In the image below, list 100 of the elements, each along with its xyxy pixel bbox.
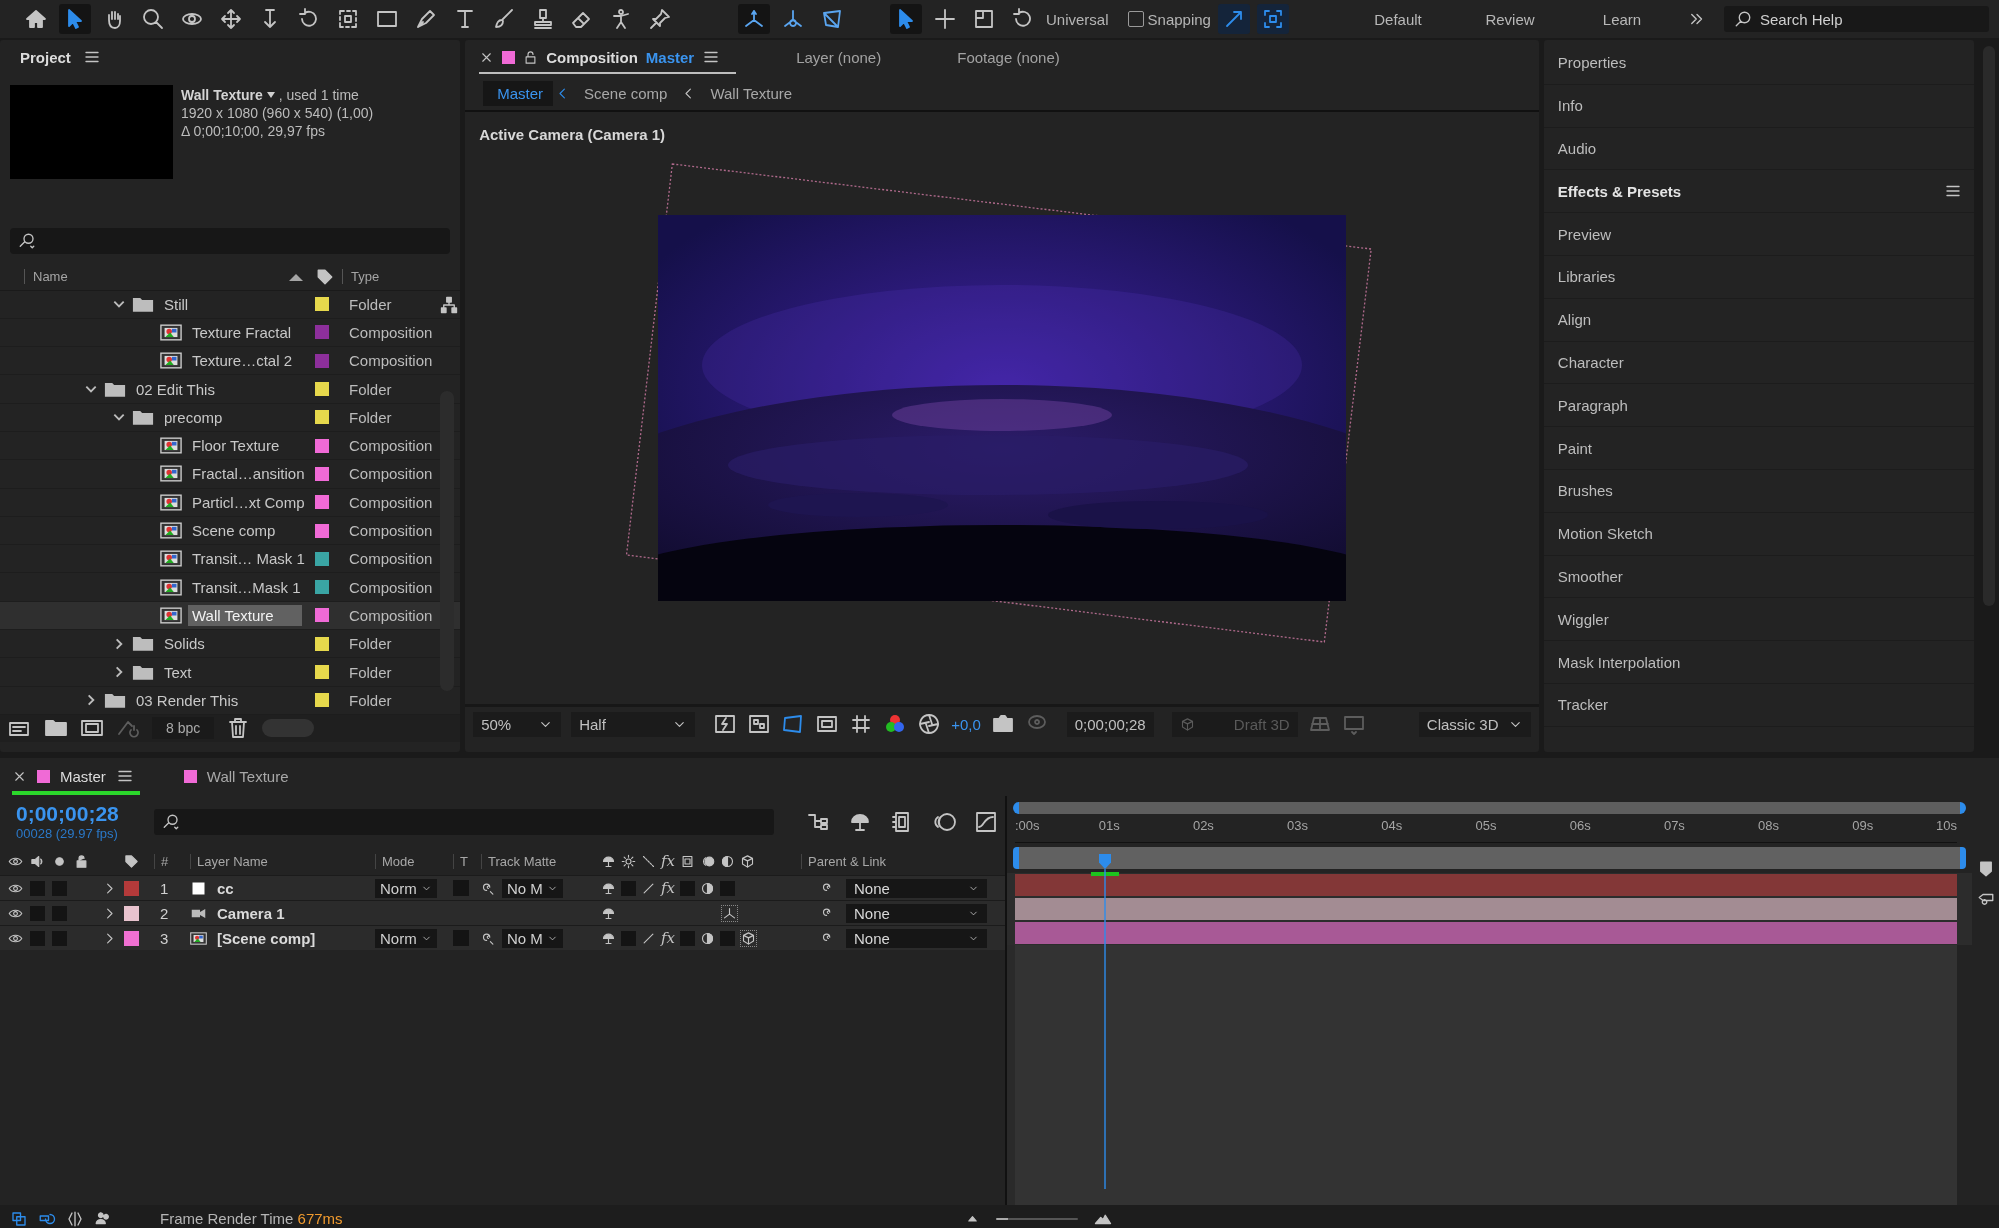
item-name[interactable]: Floor Texture — [188, 435, 284, 457]
column-header[interactable]: Mode — [375, 853, 453, 869]
sort-arrow-icon[interactable] — [288, 272, 304, 281]
tag-icon[interactable] — [124, 853, 139, 869]
search-field[interactable] — [10, 228, 451, 255]
caret-icon[interactable] — [265, 89, 276, 100]
track-matte-dropdown[interactable]: No M — [502, 928, 563, 948]
effects-header[interactable]: fx — [661, 852, 675, 870]
panel-tab[interactable]: Character — [1557, 353, 1624, 371]
resolution-dropdown[interactable]: Half — [571, 711, 696, 737]
tag-icon[interactable] — [316, 267, 334, 286]
parent-dropdown[interactable]: None — [846, 928, 987, 948]
column-header[interactable]: Layer Name — [190, 853, 375, 869]
panel-tab[interactable]: Properties — [1557, 54, 1627, 72]
mode-dropdown[interactable]: Norm — [375, 928, 437, 948]
bracket-icon[interactable] — [66, 1209, 84, 1228]
label-swatch[interactable] — [315, 466, 329, 481]
label-swatch[interactable] — [315, 523, 329, 538]
current-time[interactable]: 0;00;00;28 — [16, 802, 136, 826]
label-swatch[interactable] — [315, 551, 329, 566]
item-name[interactable]: Fractal…ansition — [188, 463, 309, 485]
timeline-tab[interactable]: Master — [12, 759, 140, 795]
aperture-icon[interactable] — [917, 712, 942, 736]
playhead[interactable] — [1096, 854, 1113, 1189]
viewer-tab[interactable]: Composition Master — [479, 42, 737, 74]
cube-icon[interactable] — [740, 853, 755, 869]
mode-dropdown[interactable]: Norm — [375, 878, 437, 898]
layer-name[interactable]: Camera 1 — [217, 904, 285, 922]
label-swatch[interactable] — [315, 297, 329, 312]
label-swatch[interactable] — [315, 353, 329, 368]
column-header[interactable]: Type — [342, 269, 380, 285]
graph-editor-icon[interactable] — [974, 809, 998, 834]
label-swatch[interactable] — [315, 693, 329, 708]
label-swatch[interactable] — [124, 880, 139, 896]
motion-blur-icon[interactable] — [700, 853, 715, 869]
parent-dropdown[interactable]: None — [846, 878, 987, 898]
magnification-dropdown[interactable]: 50% — [473, 711, 562, 737]
pickwhip-icon[interactable] — [481, 880, 496, 896]
label-swatch[interactable] — [315, 382, 329, 397]
label-swatch[interactable] — [315, 580, 329, 595]
checkerboard-icon[interactable] — [747, 712, 772, 736]
item-name[interactable]: Solids — [160, 633, 209, 655]
layers-icon[interactable] — [10, 1209, 28, 1228]
shy-icon[interactable] — [601, 905, 616, 921]
label-swatch[interactable] — [315, 410, 329, 425]
shy-icon[interactable] — [601, 930, 616, 946]
lightning-icon[interactable] — [713, 712, 738, 736]
bit-depth-button[interactable]: 8 bpc — [152, 717, 215, 740]
panel-tab[interactable]: Paint — [1557, 439, 1592, 457]
item-name[interactable]: precomp — [160, 406, 227, 428]
panel-tab[interactable]: Effects & Presets — [1557, 182, 1682, 200]
exposure-value[interactable]: +0,0 — [951, 715, 981, 733]
film-icon[interactable] — [680, 853, 695, 869]
search-field[interactable]: Search Help — [1724, 6, 1989, 32]
item-name[interactable]: Still — [160, 293, 193, 315]
quality-icon[interactable] — [641, 853, 656, 869]
adjustment-icon[interactable] — [720, 853, 735, 869]
column-header[interactable]: # — [154, 853, 190, 869]
hierarchy-icon[interactable] — [440, 295, 459, 314]
workspace-tab[interactable]: Default — [1342, 10, 1454, 28]
shy-icon[interactable] — [601, 853, 616, 869]
label-swatch[interactable] — [124, 905, 139, 921]
item-name[interactable]: Particl…xt Comp — [188, 491, 309, 513]
fx-text[interactable]: fx — [661, 879, 675, 897]
item-name[interactable]: Transit… Mask 1 — [188, 548, 309, 570]
panel-tab[interactable]: Mask Interpolation — [1557, 653, 1681, 671]
item-name[interactable]: Wall Texture — [188, 604, 302, 626]
label-swatch[interactable] — [315, 495, 329, 510]
renderer-dropdown[interactable]: Classic 3D — [1418, 711, 1531, 737]
label-swatch[interactable] — [315, 438, 329, 453]
panel-tab[interactable]: Paragraph — [1557, 396, 1628, 414]
column-header[interactable]: Parent & Link — [801, 853, 1001, 869]
layer-name[interactable]: [Scene comp] — [217, 929, 316, 947]
column-header[interactable]: Track Matte — [481, 853, 601, 869]
label-swatch[interactable] — [315, 665, 329, 679]
timeline-tab[interactable]: Wall Texture — [183, 759, 295, 795]
panel-tab[interactable]: Preview — [1557, 225, 1612, 243]
panel-tab[interactable]: Brushes — [1557, 482, 1613, 500]
label-swatch[interactable] — [315, 325, 329, 340]
viewer-tab[interactable]: Layer (none) — [796, 42, 898, 74]
item-name[interactable]: 03 Render This — [132, 689, 243, 711]
label-swatch[interactable] — [315, 636, 329, 651]
item-name[interactable]: Transit…Mask 1 — [188, 576, 305, 598]
panel-tab[interactable]: Motion Sketch — [1557, 525, 1653, 543]
item-name[interactable]: 02 Edit This — [132, 378, 219, 400]
axis-icon[interactable] — [721, 904, 738, 922]
fx-text[interactable]: fx — [661, 929, 675, 947]
track-matte-dropdown[interactable]: No M — [502, 878, 563, 898]
label-swatch[interactable] — [315, 608, 329, 623]
panel-tab[interactable]: Info — [1557, 97, 1583, 115]
panel-tab[interactable]: Align — [1557, 311, 1592, 329]
item-name[interactable]: Texture Fractal — [188, 321, 296, 343]
speaker-icon[interactable] — [30, 853, 45, 869]
panel-tab[interactable]: Smoother — [1557, 567, 1623, 585]
layer-name[interactable]: cc — [217, 879, 234, 897]
adjustment-icon[interactable] — [700, 880, 715, 896]
panel-title[interactable]: Project — [20, 48, 71, 66]
pickwhip-icon[interactable] — [481, 930, 496, 946]
adjustment-icon[interactable] — [700, 930, 715, 946]
column-header[interactable]: Name — [24, 269, 288, 285]
